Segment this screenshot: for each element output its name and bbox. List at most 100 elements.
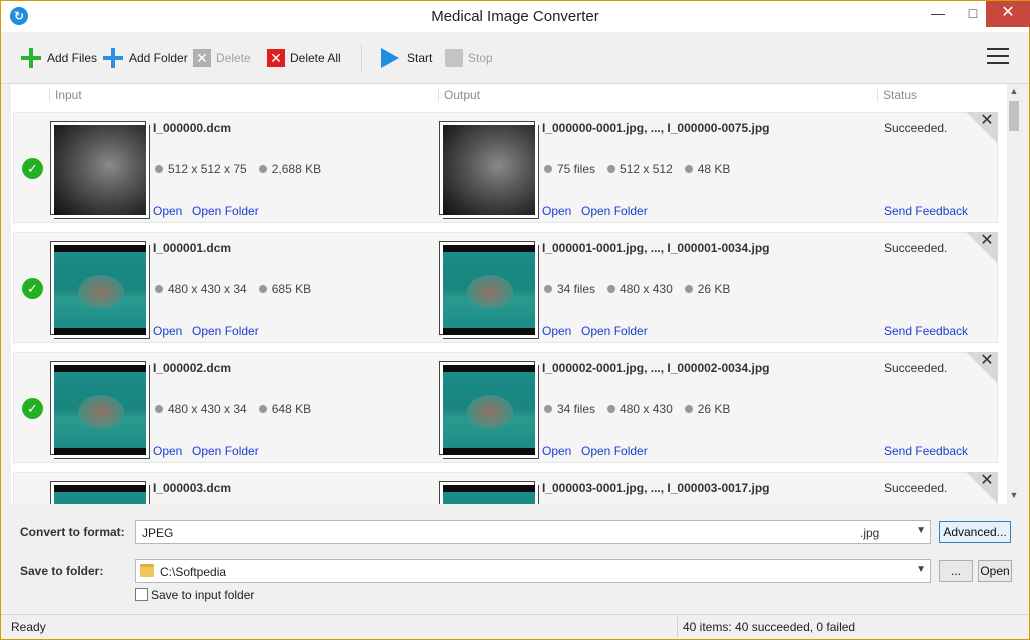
open-output-folder-link[interactable]: Open Folder [581,444,648,458]
open-output-link[interactable]: Open [542,444,571,458]
window-title: Medical Image Converter [431,8,599,25]
input-thumbnail [50,361,146,455]
menu-icon[interactable] [987,48,1009,66]
output-filename: I_000003-0001.jpg, ..., I_000003-0017.jp… [542,481,770,495]
play-icon [381,48,399,68]
minimize-button[interactable]: — [921,1,955,27]
scrollbar-thumb[interactable] [1009,101,1019,131]
status-divider [677,617,678,637]
remove-item-icon[interactable]: ✕ [979,353,995,369]
output-dimensions: 480 x 430 [620,282,673,296]
folder-icon [140,564,154,577]
output-count: 75 files [557,162,596,176]
success-check-icon: ✓ [22,158,43,179]
folder-select[interactable]: C:\Softpedia ▼ [135,559,931,583]
add-folder-button[interactable]: Add Folder [102,46,188,70]
output-thumbnail [439,361,535,455]
start-button[interactable]: Start [381,46,432,70]
save-to-input-checkbox[interactable] [135,588,148,601]
input-dimensions: 480 x 430 x 34 [168,282,247,296]
output-filename: I_000001-0001.jpg, ..., I_000001-0034.jp… [542,241,770,255]
advanced-button[interactable]: Advanced... [939,521,1011,543]
list-item[interactable]: I_000003.dcm I_000003-0001.jpg, ..., I_0… [13,472,998,504]
open-input-link[interactable]: Open [153,204,182,218]
plus-icon [20,47,42,69]
stop-label: Stop [468,51,493,65]
toolbar: Add Files Add Folder ✕ Delete ✕ Delete A… [1,32,1029,84]
input-filename: I_000002.dcm [153,361,232,375]
column-header-status[interactable]: Status [883,84,917,106]
format-select[interactable]: JPEG .jpg ▼ [135,520,931,544]
vertical-scrollbar[interactable]: ▲ ▼ [1007,84,1021,504]
delete-all-icon: ✕ [267,49,285,67]
maximize-button[interactable]: □ [956,1,990,27]
open-output-link[interactable]: Open [542,324,571,338]
output-count: 34 files [557,282,596,296]
status-text: Succeeded. [884,121,948,135]
send-feedback-link[interactable]: Send Feedback [884,324,968,338]
input-filename: I_000003.dcm [153,481,232,495]
output-details: 34 files 480 x 430 26 KB [544,402,742,416]
column-divider [49,88,50,102]
output-thumbnail [439,481,535,504]
list-item[interactable]: ✓ I_000000.dcm 512 x 512 x 75 2,688 KB O… [13,112,998,223]
input-size: 648 KB [271,402,312,416]
list-item[interactable]: ✓ I_000002.dcm 480 x 430 x 34 648 KB Ope… [13,352,998,463]
open-output-link[interactable]: Open [542,204,571,218]
status-ready: Ready [11,620,46,634]
output-count: 34 files [557,402,596,416]
input-details: 512 x 512 x 75 2,688 KB [155,162,333,176]
status-bar: Ready 40 items: 40 succeeded, 0 failed [1,614,1029,639]
chevron-down-icon: ▼ [916,525,926,536]
output-thumbnail [439,241,535,335]
open-folder-button[interactable]: Open [978,560,1012,582]
file-list: Input Output Status ✓ I_000000.dcm 512 x… [11,84,1021,504]
convert-format-label: Convert to format: [20,525,125,539]
delete-all-button[interactable]: ✕ Delete All [267,46,341,70]
scroll-up-icon[interactable]: ▲ [1007,84,1021,98]
remove-item-icon[interactable]: ✕ [979,113,995,129]
output-thumbnail [439,121,535,215]
remove-item-icon[interactable]: ✕ [979,233,995,249]
open-output-folder-link[interactable]: Open Folder [581,204,648,218]
title-bar: ↻ Medical Image Converter — □ ✕ [1,1,1030,32]
open-input-folder-link[interactable]: Open Folder [192,324,259,338]
success-check-icon: ✓ [22,278,43,299]
remove-item-icon[interactable]: ✕ [979,473,995,489]
input-size: 2,688 KB [271,162,322,176]
status-text: Succeeded. [884,361,948,375]
chevron-down-icon: ▼ [916,564,926,575]
open-input-link[interactable]: Open [153,324,182,338]
input-filename: I_000001.dcm [153,241,232,255]
save-to-input-label[interactable]: Save to input folder [151,588,254,602]
delete-label: Delete [216,51,251,65]
output-dimensions: 512 x 512 [620,162,673,176]
stop-button[interactable]: Stop [445,46,493,70]
output-filename: I_000000-0001.jpg, ..., I_000000-0075.jp… [542,121,770,135]
input-details: 480 x 430 x 34 648 KB [155,402,323,416]
save-folder-label: Save to folder: [20,564,104,578]
delete-all-label: Delete All [290,51,341,65]
toolbar-divider [361,44,362,72]
format-value: JPEG [142,526,174,540]
open-input-link[interactable]: Open [153,444,182,458]
add-files-button[interactable]: Add Files [20,46,97,70]
add-folder-label: Add Folder [129,51,188,65]
scroll-down-icon[interactable]: ▼ [1007,488,1021,502]
open-input-folder-link[interactable]: Open Folder [192,444,259,458]
column-header-output[interactable]: Output [444,84,480,106]
input-dimensions: 480 x 430 x 34 [168,402,247,416]
delete-button[interactable]: ✕ Delete [193,46,251,70]
stop-icon [445,49,463,67]
success-check-icon: ✓ [22,398,43,419]
input-thumbnail [50,241,146,335]
open-input-folder-link[interactable]: Open Folder [192,204,259,218]
send-feedback-link[interactable]: Send Feedback [884,444,968,458]
input-size: 685 KB [271,282,312,296]
close-button[interactable]: ✕ [986,1,1030,27]
browse-button[interactable]: ... [939,560,973,582]
open-output-folder-link[interactable]: Open Folder [581,324,648,338]
list-item[interactable]: ✓ I_000001.dcm 480 x 430 x 34 685 KB Ope… [13,232,998,343]
column-header-input[interactable]: Input [55,84,82,106]
send-feedback-link[interactable]: Send Feedback [884,204,968,218]
